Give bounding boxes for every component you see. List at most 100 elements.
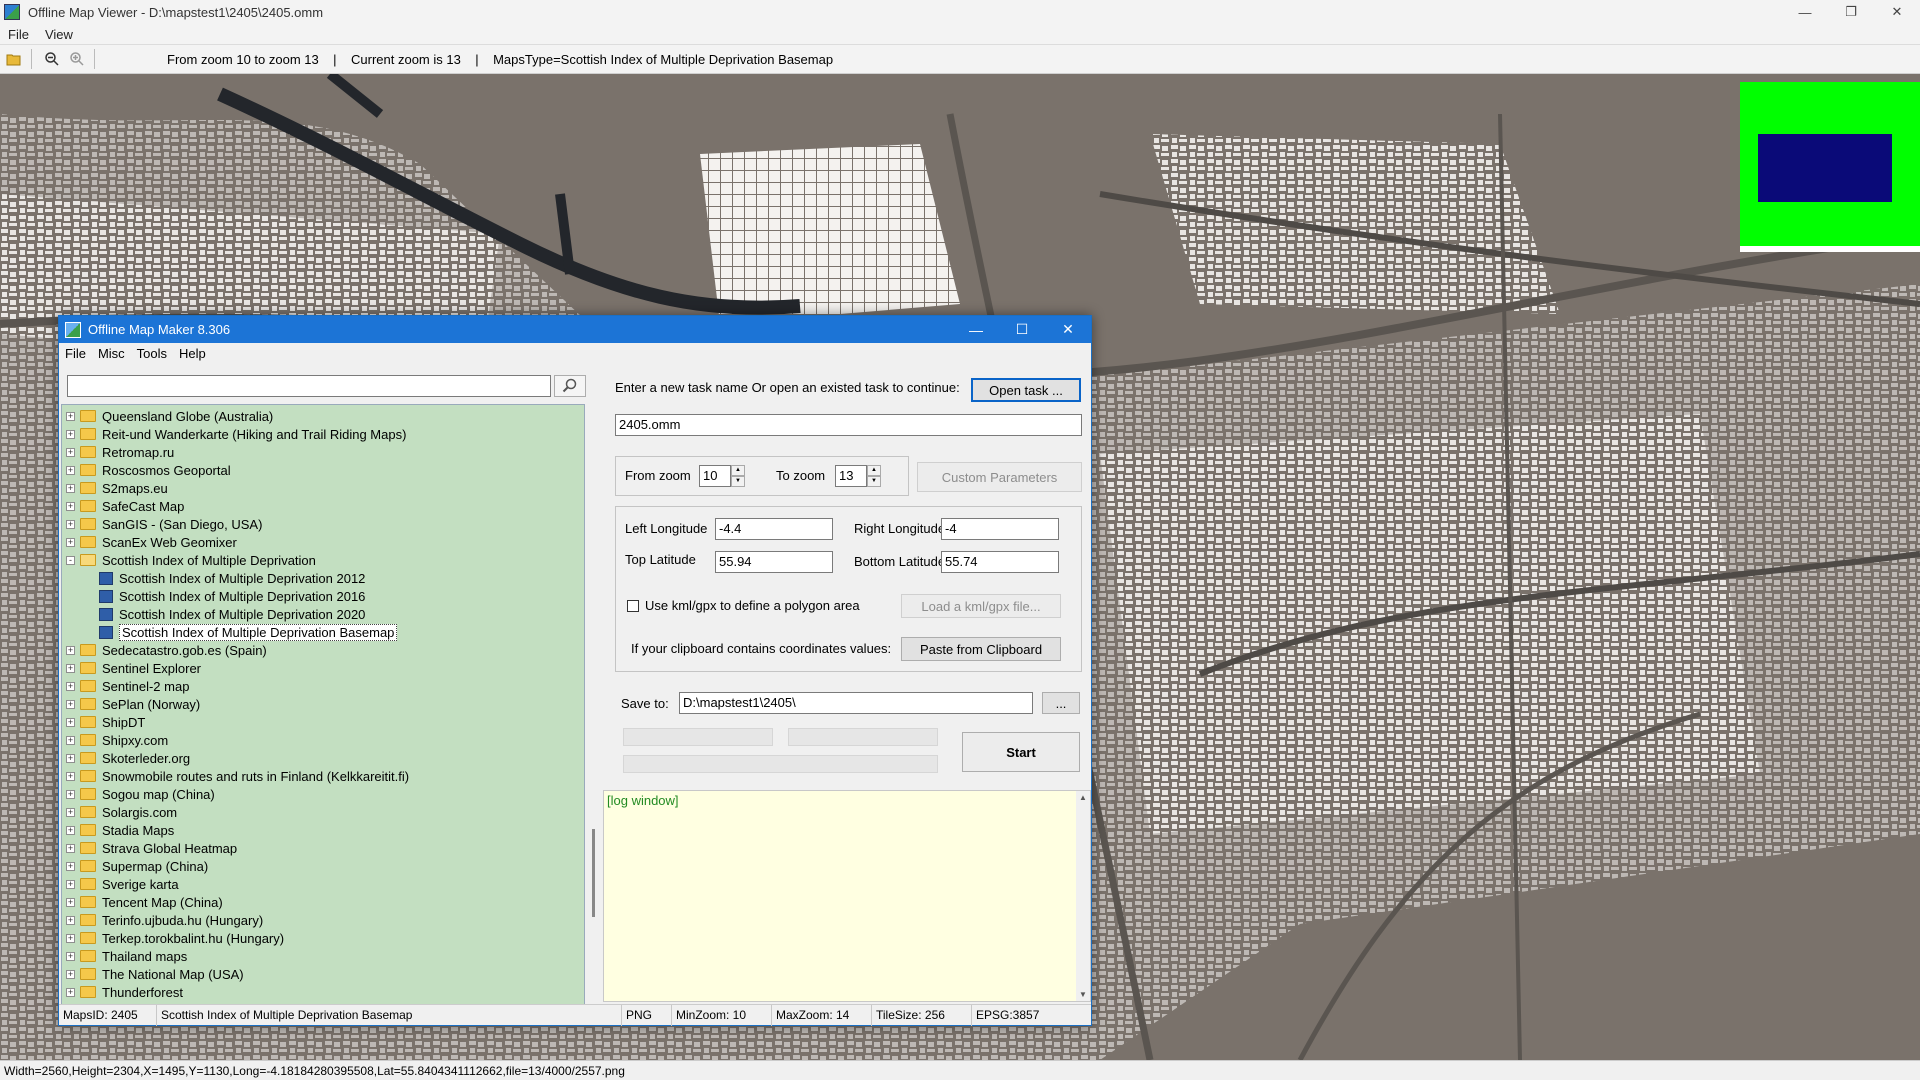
tree-folder-item[interactable]: + Snowmobile routes and ruts in Finland (… <box>62 767 584 785</box>
left-longitude-input[interactable]: -4.4 <box>715 518 833 540</box>
close-button[interactable]: ✕ <box>1874 0 1920 24</box>
expand-icon[interactable]: + <box>66 969 75 979</box>
dialog-maximize-button[interactable]: ☐ <box>999 316 1045 343</box>
expand-icon[interactable]: + <box>66 483 75 493</box>
open-folder-button[interactable] <box>3 48 25 70</box>
expand-icon[interactable]: + <box>66 717 75 727</box>
tree-folder-item[interactable]: + The National Map (USA) <box>62 965 584 983</box>
menu-view[interactable]: View <box>37 27 81 42</box>
expand-icon[interactable]: + <box>66 465 75 475</box>
scroll-up-icon[interactable]: ▲ <box>1079 793 1087 802</box>
expand-icon[interactable]: + <box>66 843 75 853</box>
expand-icon[interactable]: + <box>66 879 75 889</box>
tree-folder-item[interactable]: + Sverige karta <box>62 875 584 893</box>
expand-icon[interactable]: + <box>66 789 75 799</box>
tree-map-item[interactable]: Scottish Index of Multiple Deprivation 2… <box>62 569 584 587</box>
tree-folder-item[interactable]: + Terinfo.ujbuda.hu (Hungary) <box>62 911 584 929</box>
dialog-close-button[interactable]: ✕ <box>1045 316 1091 343</box>
browse-button[interactable]: ... <box>1042 692 1080 714</box>
tree-folder-item[interactable]: + Retromap.ru <box>62 443 584 461</box>
tree-scrollbar-thumb[interactable] <box>592 829 595 917</box>
tree-folder-item[interactable]: - Scottish Index of Multiple Deprivation <box>62 551 584 569</box>
from-zoom-input[interactable]: 10 <box>699 465 731 487</box>
load-kml-button[interactable]: Load a kml/gpx file... <box>901 594 1061 618</box>
use-kml-checkbox[interactable] <box>627 600 639 612</box>
restore-button[interactable]: ❐ <box>1828 0 1874 24</box>
tree-folder-item[interactable]: + Strava Global Heatmap <box>62 839 584 857</box>
log-window[interactable]: [log window] ▲ ▼ <box>603 790 1091 1002</box>
tree-folder-item[interactable]: + Supermap (China) <box>62 857 584 875</box>
tree-folder-item[interactable]: + S2maps.eu <box>62 479 584 497</box>
expand-icon[interactable]: + <box>66 933 75 943</box>
paste-from-clipboard-button[interactable]: Paste from Clipboard <box>901 637 1061 661</box>
tree-folder-item[interactable]: + SanGIS - (San Diego, USA) <box>62 515 584 533</box>
expand-icon[interactable]: + <box>66 807 75 817</box>
tree-folder-item[interactable]: + Sentinel-2 map <box>62 677 584 695</box>
minimize-button[interactable]: — <box>1782 0 1828 24</box>
dialog-menu-tools[interactable]: Tools <box>131 346 173 361</box>
log-scrollbar[interactable]: ▲ ▼ <box>1076 791 1090 1001</box>
save-path-input[interactable]: D:\mapstest1\2405\ <box>679 692 1033 714</box>
tree-folder-item[interactable]: + Terkep.torokbalint.hu (Hungary) <box>62 929 584 947</box>
menu-file[interactable]: File <box>0 27 37 42</box>
dialog-menu-file[interactable]: File <box>59 346 92 361</box>
dialog-minimize-button[interactable]: — <box>953 316 999 343</box>
to-zoom-spinner[interactable]: ▲ ▼ <box>867 465 881 487</box>
from-zoom-spinner[interactable]: ▲ ▼ <box>731 465 745 487</box>
expand-icon[interactable]: + <box>66 825 75 835</box>
tree-folder-item[interactable]: + Sedecatastro.gob.es (Spain) <box>62 641 584 659</box>
tree-folder-item[interactable]: + Skoterleder.org <box>62 749 584 767</box>
tree-folder-item[interactable]: + Tencent Map (China) <box>62 893 584 911</box>
expand-icon[interactable]: + <box>66 987 75 997</box>
expand-icon[interactable]: + <box>66 681 75 691</box>
expand-icon[interactable]: + <box>66 735 75 745</box>
expand-icon[interactable]: + <box>66 753 75 763</box>
tree-folder-item[interactable]: + Thailand maps <box>62 947 584 965</box>
expand-icon[interactable]: + <box>66 951 75 961</box>
tree-folder-item[interactable]: + Sentinel Explorer <box>62 659 584 677</box>
start-button[interactable]: Start <box>962 732 1080 772</box>
tree-folder-item[interactable]: + Roscosmos Geoportal <box>62 461 584 479</box>
map-search-input[interactable] <box>67 375 551 397</box>
expand-icon[interactable]: + <box>66 861 75 871</box>
tree-folder-item[interactable]: + Stadia Maps <box>62 821 584 839</box>
tree-folder-item[interactable]: + ScanEx Web Geomixer <box>62 533 584 551</box>
map-source-tree[interactable]: + Queensland Globe (Australia) + Reit-und W… <box>61 404 585 1005</box>
tree-scrollbar[interactable] <box>590 404 598 1005</box>
open-task-button[interactable]: Open task ... <box>971 378 1081 402</box>
expand-icon[interactable]: + <box>66 699 75 709</box>
tree-folder-item[interactable]: + Solargis.com <box>62 803 584 821</box>
tree-map-item[interactable]: Scottish Index of Multiple Deprivation B… <box>62 623 584 641</box>
search-button[interactable] <box>554 375 586 397</box>
expand-icon[interactable]: + <box>66 771 75 781</box>
expand-icon[interactable]: + <box>66 915 75 925</box>
expand-icon[interactable]: + <box>66 501 75 511</box>
dialog-menu-misc[interactable]: Misc <box>92 346 131 361</box>
tree-folder-item[interactable]: + Reit-und Wanderkarte (Hiking and Trail … <box>62 425 584 443</box>
spin-down-icon[interactable]: ▼ <box>731 476 745 487</box>
zoom-in-button[interactable] <box>66 48 88 70</box>
custom-parameters-button[interactable]: Custom Parameters <box>917 462 1082 492</box>
expand-icon[interactable]: + <box>66 429 75 439</box>
expand-icon[interactable]: + <box>66 645 75 655</box>
expand-icon[interactable]: + <box>66 411 75 421</box>
overview-viewport-box[interactable] <box>1758 134 1892 202</box>
tree-folder-item[interactable]: + Shipxy.com <box>62 731 584 749</box>
expand-icon[interactable]: + <box>66 519 75 529</box>
to-zoom-input[interactable]: 13 <box>835 465 867 487</box>
zoom-out-button[interactable] <box>41 48 63 70</box>
dialog-menu-help[interactable]: Help <box>173 346 212 361</box>
spin-down-icon[interactable]: ▼ <box>867 476 881 487</box>
overview-map[interactable] <box>1740 82 1920 252</box>
tree-folder-item[interactable]: + SePlan (Norway) <box>62 695 584 713</box>
collapse-icon[interactable]: - <box>66 555 75 565</box>
tree-map-item[interactable]: Scottish Index of Multiple Deprivation 2… <box>62 587 584 605</box>
tree-map-item[interactable]: Scottish Index of Multiple Deprivation 2… <box>62 605 584 623</box>
tree-folder-item[interactable]: + ShipDT <box>62 713 584 731</box>
scroll-down-icon[interactable]: ▼ <box>1079 990 1087 999</box>
tree-folder-item[interactable]: + Queensland Globe (Australia) <box>62 407 584 425</box>
expand-icon[interactable]: + <box>66 663 75 673</box>
expand-icon[interactable]: + <box>66 537 75 547</box>
tree-folder-item[interactable]: + Sogou map (China) <box>62 785 584 803</box>
tree-folder-item[interactable]: + SafeCast Map <box>62 497 584 515</box>
